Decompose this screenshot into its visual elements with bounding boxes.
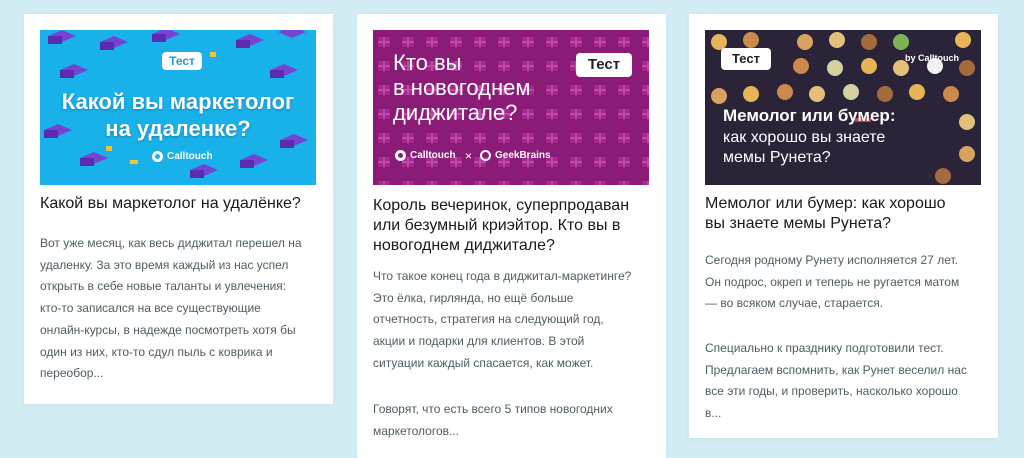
cover-headline: Какой вы маркетолог на удаленке? xyxy=(61,89,295,141)
article-card-new-year-digital[interactable]: Тест Кто вы в новогоднем диджитале? Call… xyxy=(357,14,666,458)
calltouch-logo-icon xyxy=(152,151,163,162)
cover-subheadline: как хорошо вы знаете мемы Рунета? xyxy=(723,129,886,166)
cover-headline: Кто вы в новогоднем диджитале? xyxy=(393,50,531,125)
geekbrains-logo-icon xyxy=(480,150,491,161)
test-badge: Тест xyxy=(162,52,202,70)
article-excerpt: Что такое конец года в диджитал-маркетин… xyxy=(373,269,632,370)
article-cover-image[interactable]: Тест Какой вы маркетолог на удаленке? Ca… xyxy=(40,30,316,185)
brand-separator: × xyxy=(465,149,473,163)
article-title[interactable]: Король вечеринок, суперпродаван или безу… xyxy=(373,196,658,256)
article-cover-image[interactable]: Тест Кто вы в новогоднем диджитале? Call… xyxy=(373,30,649,185)
article-excerpt-continued: Специально к празднику подготовили тест.… xyxy=(705,341,967,421)
geekbrains-brand: GeekBrains xyxy=(480,150,551,161)
article-excerpt: Сегодня родному Рунету исполняется 27 ле… xyxy=(705,253,960,311)
cover-headline: Мемолог или бумер: xyxy=(723,106,896,125)
calltouch-logo-icon xyxy=(395,150,406,161)
article-excerpt-continued: Говорят, что есть всего 5 типов новогодн… xyxy=(373,402,613,438)
calltouch-brand: Calltouch xyxy=(395,150,456,161)
article-cover-image[interactable]: Тест by Calltouch Мемолог или бумер: как… xyxy=(705,30,981,185)
article-card-marketer-remote[interactable]: Тест Какой вы маркетолог на удаленке? Ca… xyxy=(24,14,333,404)
test-badge: Тест xyxy=(576,53,632,77)
article-title[interactable]: Мемолог или бумер: как хорошо вы знаете … xyxy=(705,194,990,234)
test-badge: Тест xyxy=(721,48,771,70)
calltouch-brand: Calltouch xyxy=(152,151,213,162)
calltouch-brand: by Calltouch xyxy=(905,53,960,63)
article-grid: Тест Какой вы маркетолог на удаленке? Ca… xyxy=(0,0,1024,458)
article-excerpt: Вот уже месяц, как весь диджитал перешел… xyxy=(40,236,302,381)
article-card-memes-quiz[interactable]: Тест by Calltouch Мемолог или бумер: как… xyxy=(689,14,998,438)
article-title[interactable]: Какой вы маркетолог на удалёнке? xyxy=(40,194,325,214)
